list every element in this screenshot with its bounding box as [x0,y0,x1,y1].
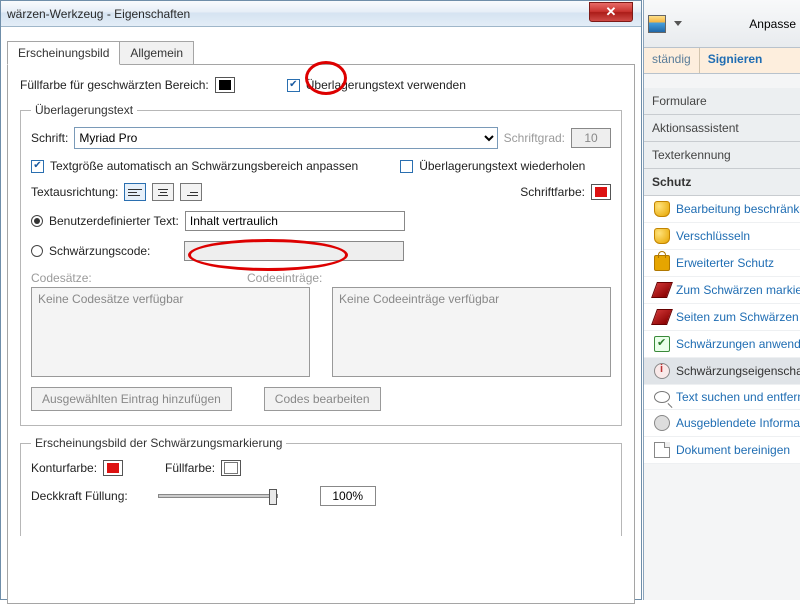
redaction-code-label: Schwärzungscode: [49,244,150,258]
item-sanitize[interactable]: Dokument bereinigen [644,437,800,464]
opacity-input[interactable] [320,486,376,506]
item-search-remove[interactable]: Text suchen und entfernen [644,385,800,410]
item-extended-protection[interactable]: Erweiterter Schutz [644,250,800,277]
info-icon [654,363,670,379]
redaction-code-input [184,241,404,261]
codesets-empty: Keine Codesätze verfügbar [38,292,183,306]
fill-color-label: Füllfarbe für geschwärzten Bereich: [20,78,209,92]
search-icon [654,391,670,403]
custom-text-input[interactable] [185,211,405,231]
lock-icon [654,255,670,271]
edit-codes-button[interactable]: Codes bearbeiten [264,387,381,411]
codeentries-listbox[interactable]: Keine Codeeinträge verfügbar [332,287,611,377]
align-left-button[interactable] [124,183,146,201]
fill2-label: Füllfarbe: [165,461,215,475]
section-forms[interactable]: Formulare [644,88,800,115]
mark-appearance-legend: Erscheinungsbild der Schwärzungsmarkieru… [31,436,286,450]
fontcolor-label: Schriftfarbe: [520,185,585,199]
align-center-button[interactable] [152,183,174,201]
codesets-listbox[interactable]: Keine Codesätze verfügbar [31,287,310,377]
fontsize-label: Schriftgrad: [504,131,565,145]
customize-label[interactable]: Anpasse [749,17,796,31]
mark-appearance-fieldset: Erscheinungsbild der Schwärzungsmarkieru… [20,436,622,536]
outline-color-label: Konturfarbe: [31,461,97,475]
tools-panel: Anpasse ständig Signieren Formulare Akti… [643,0,800,600]
overlay-fieldset: Überlagerungstext Schrift: Myriad Pro Sc… [20,103,622,426]
item-restrict-editing[interactable]: Bearbeitung beschränken [644,196,800,223]
document-icon [654,442,670,458]
tab-pane-appearance: Füllfarbe für geschwärzten Bereich: Über… [7,64,635,604]
item-label: Verschlüsseln [676,229,750,243]
tabstrip: Erscheinungsbild Allgemein [7,41,641,65]
eye-icon [654,415,670,431]
tab-fullscreen[interactable]: ständig [644,48,699,73]
overlay-legend: Überlagerungstext [31,103,137,117]
pen-icon [651,309,673,325]
tab-sign[interactable]: Signieren [700,48,771,73]
check-icon [654,336,670,352]
dropdown-icon[interactable] [674,21,682,26]
item-label: Dokument bereinigen [676,443,790,457]
section-actions[interactable]: Aktionsassistent [644,115,800,142]
item-label: Seiten zum Schwärzen mark [676,310,800,324]
titlebar[interactable]: wärzen-Werkzeug - Eigenschaften ✕ [1,1,641,27]
repeat-checkbox[interactable] [400,160,413,173]
align-label: Textausrichtung: [31,185,118,199]
pen-icon [651,282,673,298]
align-right-button[interactable] [180,183,202,201]
tab-appearance[interactable]: Erscheinungsbild [7,41,120,65]
item-redaction-properties[interactable]: Schwärzungseigenschaften [644,358,800,385]
item-mark-pages[interactable]: Seiten zum Schwärzen mark [644,304,800,331]
item-mark-for-redaction[interactable]: Zum Schwärzen markieren [644,277,800,304]
font-select[interactable]: Myriad Pro [74,127,497,149]
item-label: Bearbeitung beschränken [676,202,800,216]
use-overlay-checkbox[interactable] [287,79,300,92]
opacity-slider[interactable] [158,494,278,498]
codesets-label: Codesätze: [31,271,241,285]
fill-color-swatch[interactable] [215,77,235,93]
shield-icon [654,201,670,217]
item-label: Ausgeblendete Information [676,416,800,430]
item-label: Schwärzungseigenschaften [676,364,800,378]
add-entry-button[interactable]: Ausgewählten Eintrag hinzufügen [31,387,232,411]
custom-text-radio[interactable] [31,215,43,227]
fontsize-input [571,128,611,148]
close-button[interactable]: ✕ [589,2,633,22]
app-icon[interactable] [648,15,666,33]
item-label: Erweiterter Schutz [676,256,774,270]
item-label: Text suchen und entfernen [676,390,800,404]
custom-text-label: Benutzerdefinierter Text: [49,214,179,228]
section-ocr[interactable]: Texterkennung [644,142,800,169]
window-title: wärzen-Werkzeug - Eigenschaften [7,7,190,21]
use-overlay-label: Überlagerungstext verwenden [306,78,466,92]
item-apply-redactions[interactable]: Schwärzungen anwenden [644,331,800,358]
shield-icon [654,228,670,244]
item-hidden-info[interactable]: Ausgeblendete Information [644,410,800,437]
slider-thumb-icon[interactable] [269,489,277,505]
fill2-swatch[interactable] [221,460,241,476]
autosize-label: Textgröße automatisch an Schwärzungsbere… [50,159,358,173]
protect-items: Bearbeitung beschränken Verschlüsseln Er… [644,196,800,464]
repeat-label: Überlagerungstext wiederholen [419,159,585,173]
codeentries-empty: Keine Codeeinträge verfügbar [339,292,499,306]
item-label: Zum Schwärzen markieren [676,283,800,297]
font-label: Schrift: [31,131,68,145]
fontcolor-swatch[interactable] [591,184,611,200]
codeentries-label: Codeeinträge: [247,271,322,285]
item-encrypt[interactable]: Verschlüsseln [644,223,800,250]
opacity-label: Deckkraft Füllung: [31,489,128,503]
panel-tabs: ständig Signieren [644,48,800,74]
tab-general[interactable]: Allgemein [119,41,194,65]
autosize-checkbox[interactable] [31,160,44,173]
item-label: Schwärzungen anwenden [676,337,800,351]
redaction-properties-dialog: wärzen-Werkzeug - Eigenschaften ✕ Ersche… [0,0,642,600]
toolbar-top: Anpasse [644,0,800,48]
outline-color-swatch[interactable] [103,460,123,476]
redaction-code-radio[interactable] [31,245,43,257]
section-protect[interactable]: Schutz [644,169,800,196]
